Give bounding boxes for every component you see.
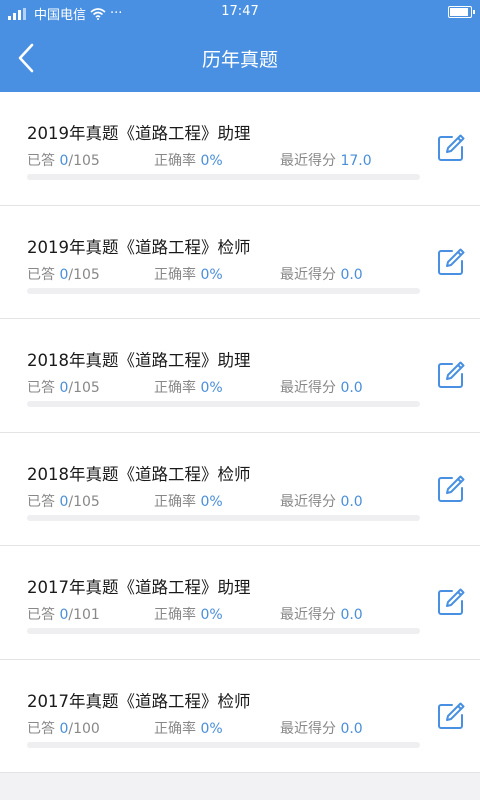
score-label: 最近得分 xyxy=(280,153,336,169)
accuracy-stat: 正确率 0% xyxy=(154,491,223,511)
edit-icon xyxy=(438,134,465,161)
answered-label: 已答 xyxy=(27,720,55,737)
answered-label: 已答 xyxy=(27,266,55,283)
answered-stat: 已答 0/101 xyxy=(27,607,100,623)
exam-title: 2018年真题《道路工程》检师 xyxy=(27,464,251,484)
accuracy-value: 0% xyxy=(200,607,223,623)
accuracy-label: 正确率 xyxy=(154,720,196,737)
question-total: 101 xyxy=(73,607,100,623)
accuracy-label: 正确率 xyxy=(154,266,196,283)
exam-item[interactable]: 2017年真题《道路工程》助理 已答 0/101 正确率 0% 最近得分 0.0 xyxy=(0,546,480,660)
answered-stat: 已答 0/105 xyxy=(27,153,100,169)
accuracy-stat: 正确率 0% xyxy=(154,150,223,170)
score-label: 最近得分 xyxy=(280,720,336,737)
exam-item[interactable]: 2018年真题《道路工程》助理 已答 0/105 正确率 0% 最近得分 0.0 xyxy=(0,319,480,433)
score-value: 17.0 xyxy=(340,153,372,169)
answered-stat: 已答 0/105 xyxy=(27,380,100,396)
exam-item[interactable]: 2019年真题《道路工程》助理 已答 0/105 正确率 0% 最近得分 17.… xyxy=(0,92,480,206)
edit-icon xyxy=(438,361,465,388)
score-value: 0.0 xyxy=(340,720,363,737)
exam-title: 2018年真题《道路工程》助理 xyxy=(27,351,251,370)
accuracy-label: 正确率 xyxy=(154,493,196,510)
answered-stat: 已答 0/100 xyxy=(27,720,100,737)
progress-bar xyxy=(27,174,420,180)
accuracy-stat: 正确率 0% xyxy=(154,604,223,624)
exam-item[interactable]: 2019年真题《道路工程》检师 已答 0/105 正确率 0% 最近得分 0.0 xyxy=(0,205,480,319)
answered-count: 0 xyxy=(59,266,69,283)
progress-bar xyxy=(27,401,420,407)
score-label: 最近得分 xyxy=(280,266,336,283)
question-total: 100 xyxy=(73,720,100,737)
edit-icon xyxy=(438,248,465,275)
accuracy-stat: 正确率 0% xyxy=(154,264,223,284)
edit-button[interactable] xyxy=(436,247,466,277)
score-label: 最近得分 xyxy=(280,607,336,623)
answered-label: 已答 xyxy=(27,153,55,169)
question-total: 105 xyxy=(73,380,100,396)
question-total: 105 xyxy=(73,493,100,510)
status-time: 17:47 xyxy=(221,4,259,19)
score-value: 0.0 xyxy=(340,607,363,623)
nav-bar: 历年真题 xyxy=(0,24,480,92)
exam-title: 2019年真题《道路工程》助理 xyxy=(27,124,251,143)
progress-bar xyxy=(27,287,420,294)
score-stat: 最近得分 0.0 xyxy=(280,377,363,397)
answered-count: 0 xyxy=(59,607,69,623)
answered-count: 0 xyxy=(59,380,69,396)
score-value: 0.0 xyxy=(340,266,363,283)
status-bar: 中国电信 ··· 17:47 xyxy=(0,0,480,24)
answered-label: 已答 xyxy=(27,493,55,510)
exam-title: 2017年真题《道路工程》检师 xyxy=(27,691,251,711)
progress-bar xyxy=(27,514,420,521)
edit-button[interactable] xyxy=(436,133,466,163)
edit-icon xyxy=(438,475,465,502)
score-stat: 最近得分 0.0 xyxy=(280,264,363,284)
accuracy-value: 0% xyxy=(200,493,223,510)
edit-button[interactable] xyxy=(436,701,466,731)
score-label: 最近得分 xyxy=(280,493,336,510)
exam-title: 2017年真题《道路工程》助理 xyxy=(27,578,251,597)
edit-button[interactable] xyxy=(436,360,466,390)
battery-icon xyxy=(448,6,475,18)
accuracy-value: 0% xyxy=(200,720,223,737)
answered-count: 0 xyxy=(59,493,69,510)
accuracy-value: 0% xyxy=(200,153,223,169)
score-label: 最近得分 xyxy=(280,380,336,396)
edit-button[interactable] xyxy=(436,587,466,617)
edit-icon xyxy=(438,702,465,729)
answered-stat: 已答 0/105 xyxy=(27,266,100,283)
question-total: 105 xyxy=(73,266,100,283)
answered-count: 0 xyxy=(59,153,69,169)
page-title: 历年真题 xyxy=(201,49,278,71)
exam-item[interactable]: 2018年真题《道路工程》检师 已答 0/105 正确率 0% 最近得分 0.0 xyxy=(0,432,480,546)
progress-bar xyxy=(27,628,420,634)
score-stat: 最近得分 0.0 xyxy=(280,491,363,511)
accuracy-label: 正确率 xyxy=(154,153,196,169)
accuracy-stat: 正确率 0% xyxy=(154,377,223,397)
accuracy-label: 正确率 xyxy=(154,607,196,623)
question-total: 105 xyxy=(73,153,100,169)
score-value: 0.0 xyxy=(340,380,363,396)
edit-button[interactable] xyxy=(436,474,466,504)
score-value: 0.0 xyxy=(340,493,363,510)
exam-list: 2019年真题《道路工程》助理 已答 0/105 正确率 0% 最近得分 17.… xyxy=(0,92,480,773)
accuracy-value: 0% xyxy=(200,380,223,396)
answered-stat: 已答 0/105 xyxy=(27,493,100,510)
accuracy-value: 0% xyxy=(200,266,223,283)
accuracy-stat: 正确率 0% xyxy=(154,718,223,738)
score-stat: 最近得分 0.0 xyxy=(280,604,363,624)
exam-title: 2019年真题《道路工程》检师 xyxy=(27,237,251,257)
exam-item[interactable]: 2017年真题《道路工程》检师 已答 0/100 正确率 0% 最近得分 0.0 xyxy=(0,659,480,773)
score-stat: 最近得分 0.0 xyxy=(280,718,363,738)
progress-bar xyxy=(27,741,420,748)
accuracy-label: 正确率 xyxy=(154,380,196,396)
edit-icon xyxy=(438,588,465,615)
answered-label: 已答 xyxy=(27,380,55,396)
answered-label: 已答 xyxy=(27,607,55,623)
answered-count: 0 xyxy=(59,720,69,737)
score-stat: 最近得分 17.0 xyxy=(280,150,372,170)
